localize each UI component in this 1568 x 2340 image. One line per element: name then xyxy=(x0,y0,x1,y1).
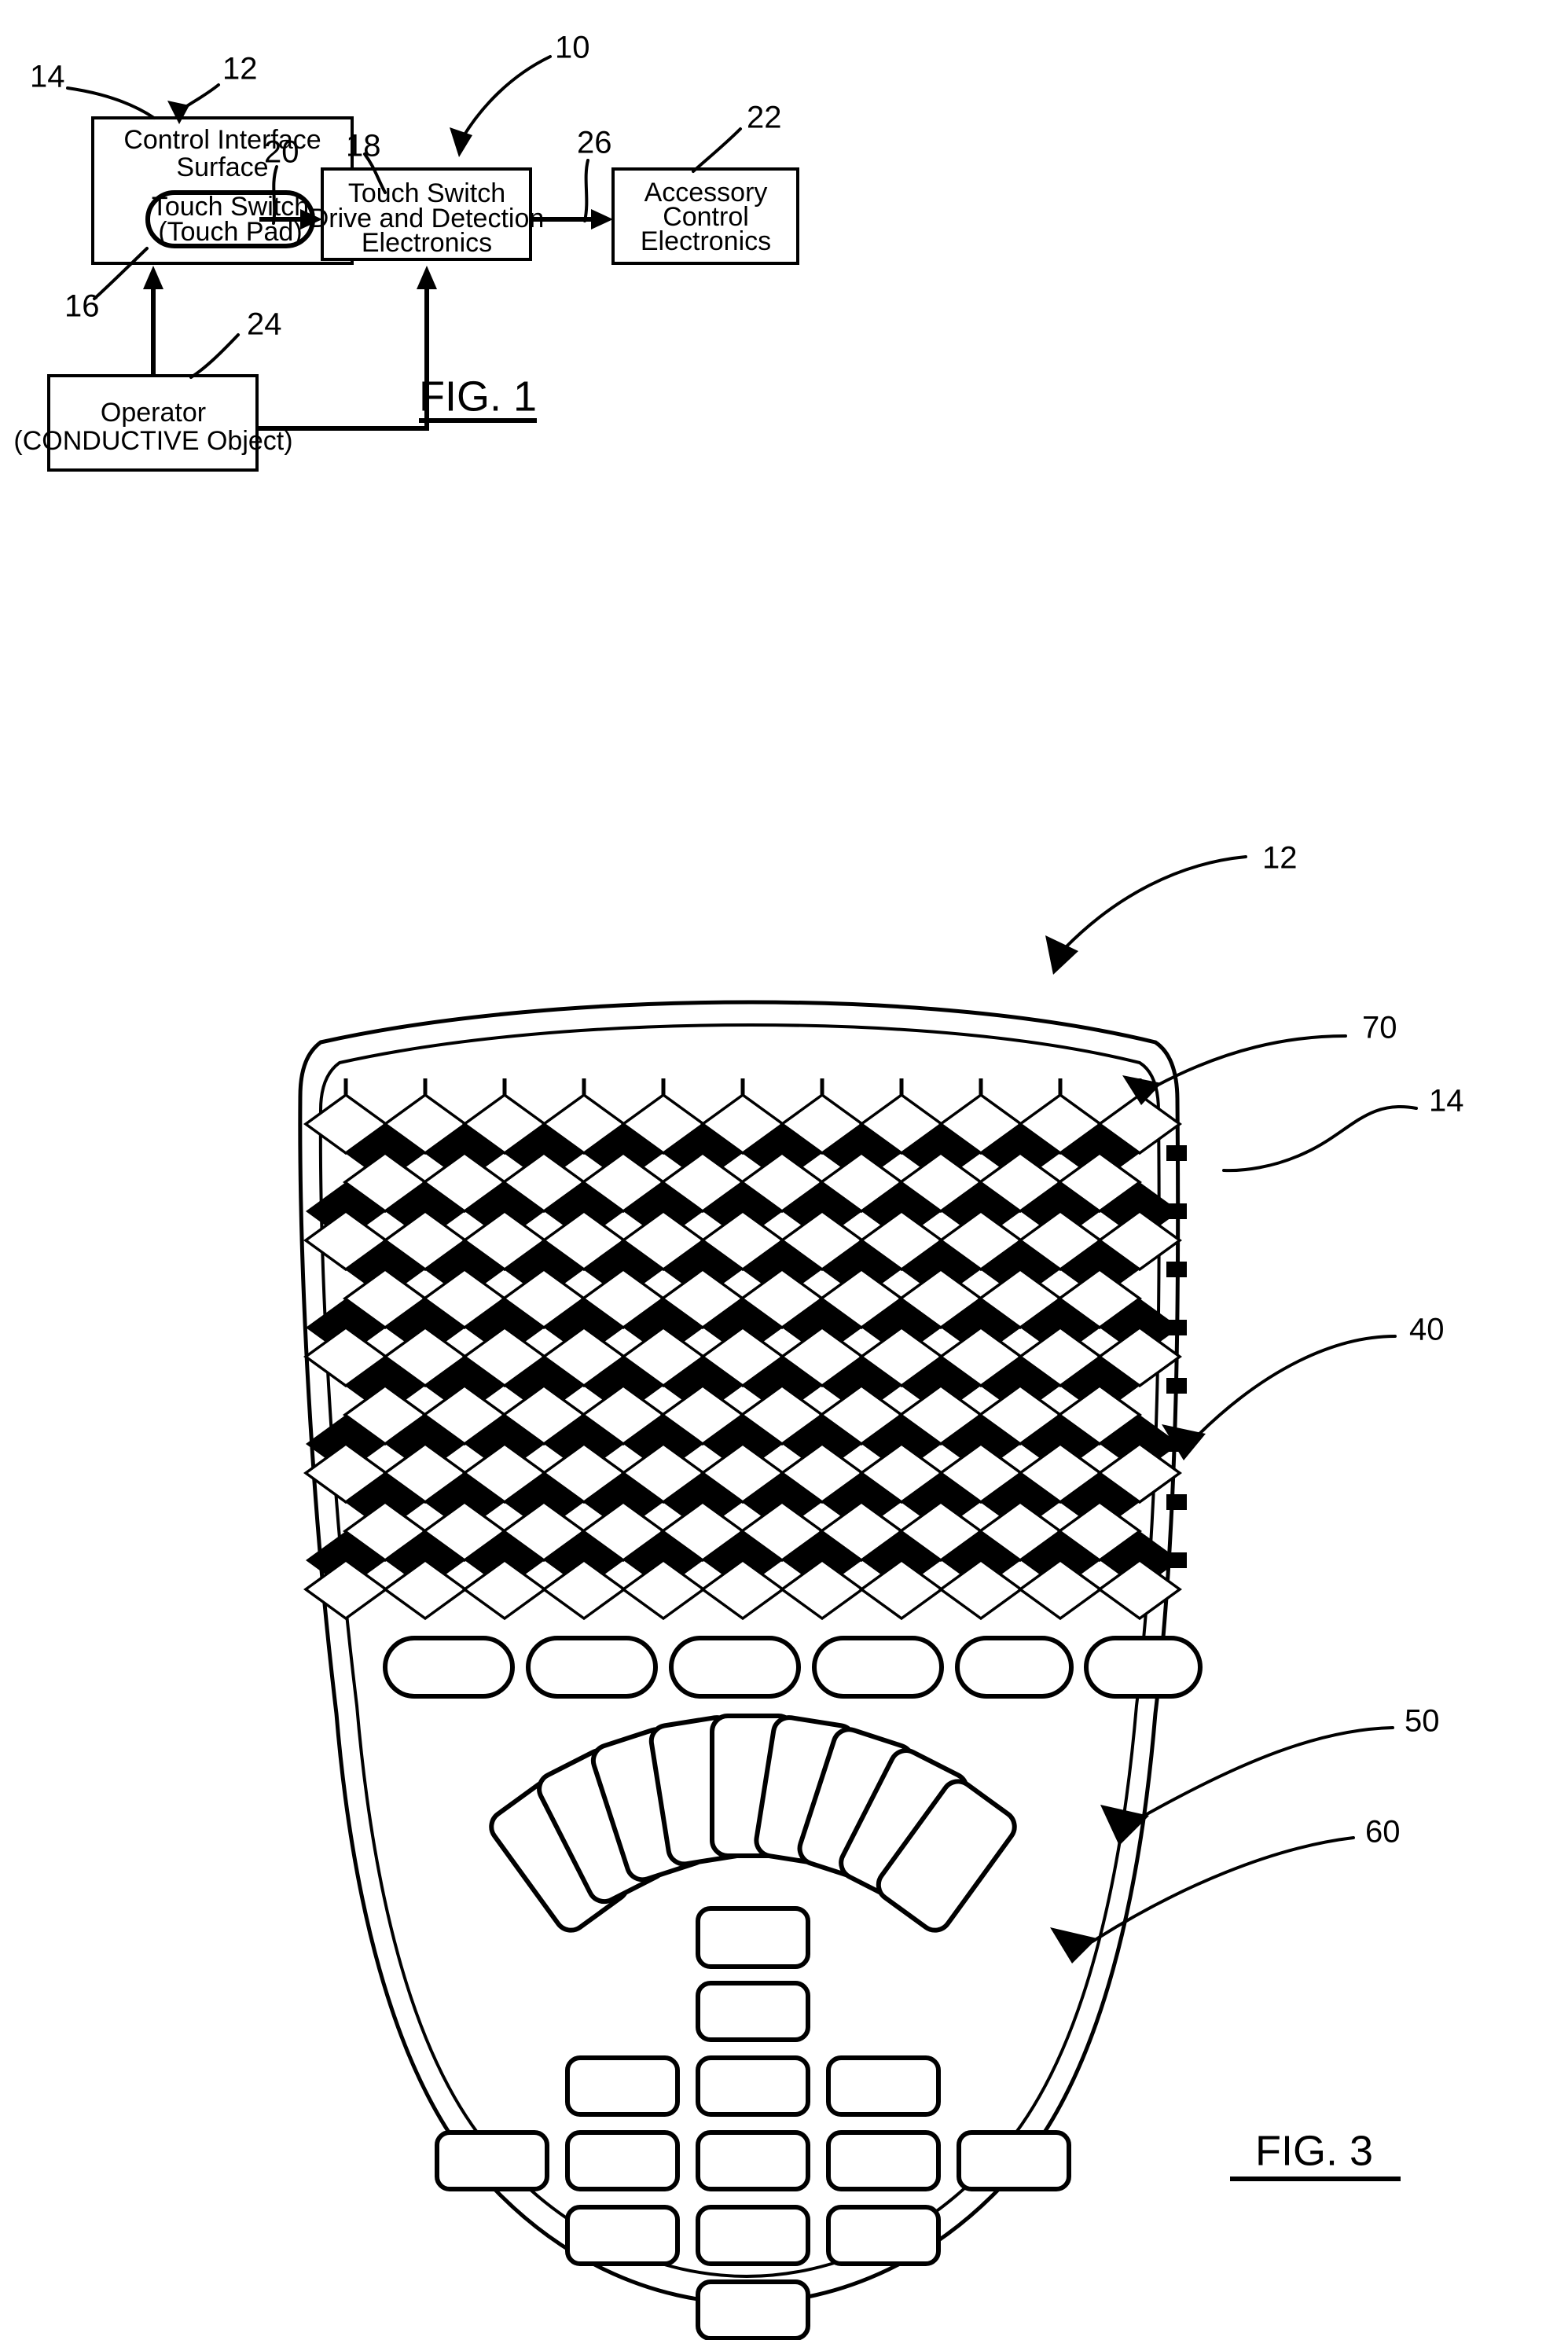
block-label-control-interface-line2: Surface xyxy=(176,152,268,182)
keypad-key-r5-c3[interactable] xyxy=(826,2205,941,2266)
connector-operator-to-drive xyxy=(257,266,437,431)
leader-14 xyxy=(66,86,156,119)
ref-number-14-fig3: 14 xyxy=(1429,1084,1464,1119)
leader-40 xyxy=(1193,1335,1397,1440)
oval-button-2[interactable] xyxy=(526,1636,658,1699)
keypad-key-r3-c2[interactable] xyxy=(696,2055,810,2117)
ref-number-18: 18 xyxy=(346,129,381,163)
oval-button-1[interactable] xyxy=(383,1636,515,1699)
leader-70 xyxy=(1154,1034,1347,1088)
ref-number-40: 40 xyxy=(1409,1313,1445,1347)
figure-1-group: Control Interface Surface Touch Switch (… xyxy=(13,31,799,472)
connector-operator-to-interface xyxy=(143,266,163,376)
keypad-key-r5-c2[interactable] xyxy=(696,2205,810,2266)
oval-button-3[interactable] xyxy=(669,1636,801,1699)
ref-number-60: 60 xyxy=(1365,1815,1401,1850)
keypad-key-r3-c3[interactable] xyxy=(826,2055,941,2117)
leader-fig3-12 xyxy=(1063,855,1247,950)
block-label-operator-line2: (CONDUCTIVE Object) xyxy=(13,426,292,456)
patent-drawing-sheet: Control Interface Surface Touch Switch (… xyxy=(0,0,1568,2340)
ref-number-16: 16 xyxy=(64,289,100,324)
keypad-key-r4-c1[interactable] xyxy=(435,2130,549,2191)
figure-canvas: Control Interface Surface Touch Switch (… xyxy=(13,31,1464,2340)
ref-number-12: 12 xyxy=(222,52,258,86)
oval-button-4[interactable] xyxy=(812,1636,944,1699)
keypad-key-r4-c3[interactable] xyxy=(696,2130,810,2191)
ref-number-70: 70 xyxy=(1362,1011,1397,1045)
block-label-drive-line3: Electronics xyxy=(362,228,492,258)
keypad-key-r4-c2[interactable] xyxy=(565,2130,680,2191)
block-label-operator-line1: Operator xyxy=(101,398,206,428)
ref-number-20: 20 xyxy=(264,135,299,170)
figure-1-caption: FIG. 1 xyxy=(419,373,537,420)
ref-number-50: 50 xyxy=(1405,1704,1440,1739)
leader-26 xyxy=(583,159,589,222)
oval-button-6[interactable] xyxy=(1084,1636,1203,1699)
figure-3-caption: FIG. 3 xyxy=(1255,2127,1373,2174)
block-label-accessory-line3: Electronics xyxy=(641,226,771,256)
ref-number-10: 10 xyxy=(555,31,590,65)
leader-24 xyxy=(189,333,240,379)
oval-button-5[interactable] xyxy=(955,1636,1074,1699)
leader-10 xyxy=(461,55,552,140)
leader-50 xyxy=(1140,1726,1394,1819)
keypad-key-r5-c1[interactable] xyxy=(565,2205,680,2266)
figure-3-group: 12 70 14 40 50 60 FIG. 3 xyxy=(298,841,1464,2340)
ref-number-24: 24 xyxy=(247,307,282,342)
keypad-key-r2-c1[interactable] xyxy=(696,1981,810,2042)
arrowhead-10 xyxy=(450,127,472,157)
keypad-key-r1-c1[interactable] xyxy=(696,1906,810,1969)
keypad-key-r4-c5[interactable] xyxy=(957,2130,1071,2191)
keypad-key-r6-c1[interactable] xyxy=(696,2279,810,2340)
ref-number-26: 26 xyxy=(577,126,612,160)
ref-number-14: 14 xyxy=(30,60,65,94)
keypad-key-r3-c1[interactable] xyxy=(565,2055,680,2117)
ref-number-fig3-12: 12 xyxy=(1262,841,1298,876)
keypad-key-r4-c4[interactable] xyxy=(826,2130,941,2191)
leader-14-fig3 xyxy=(1222,1104,1418,1173)
leader-22 xyxy=(692,127,742,173)
ref-number-22: 22 xyxy=(747,101,782,135)
